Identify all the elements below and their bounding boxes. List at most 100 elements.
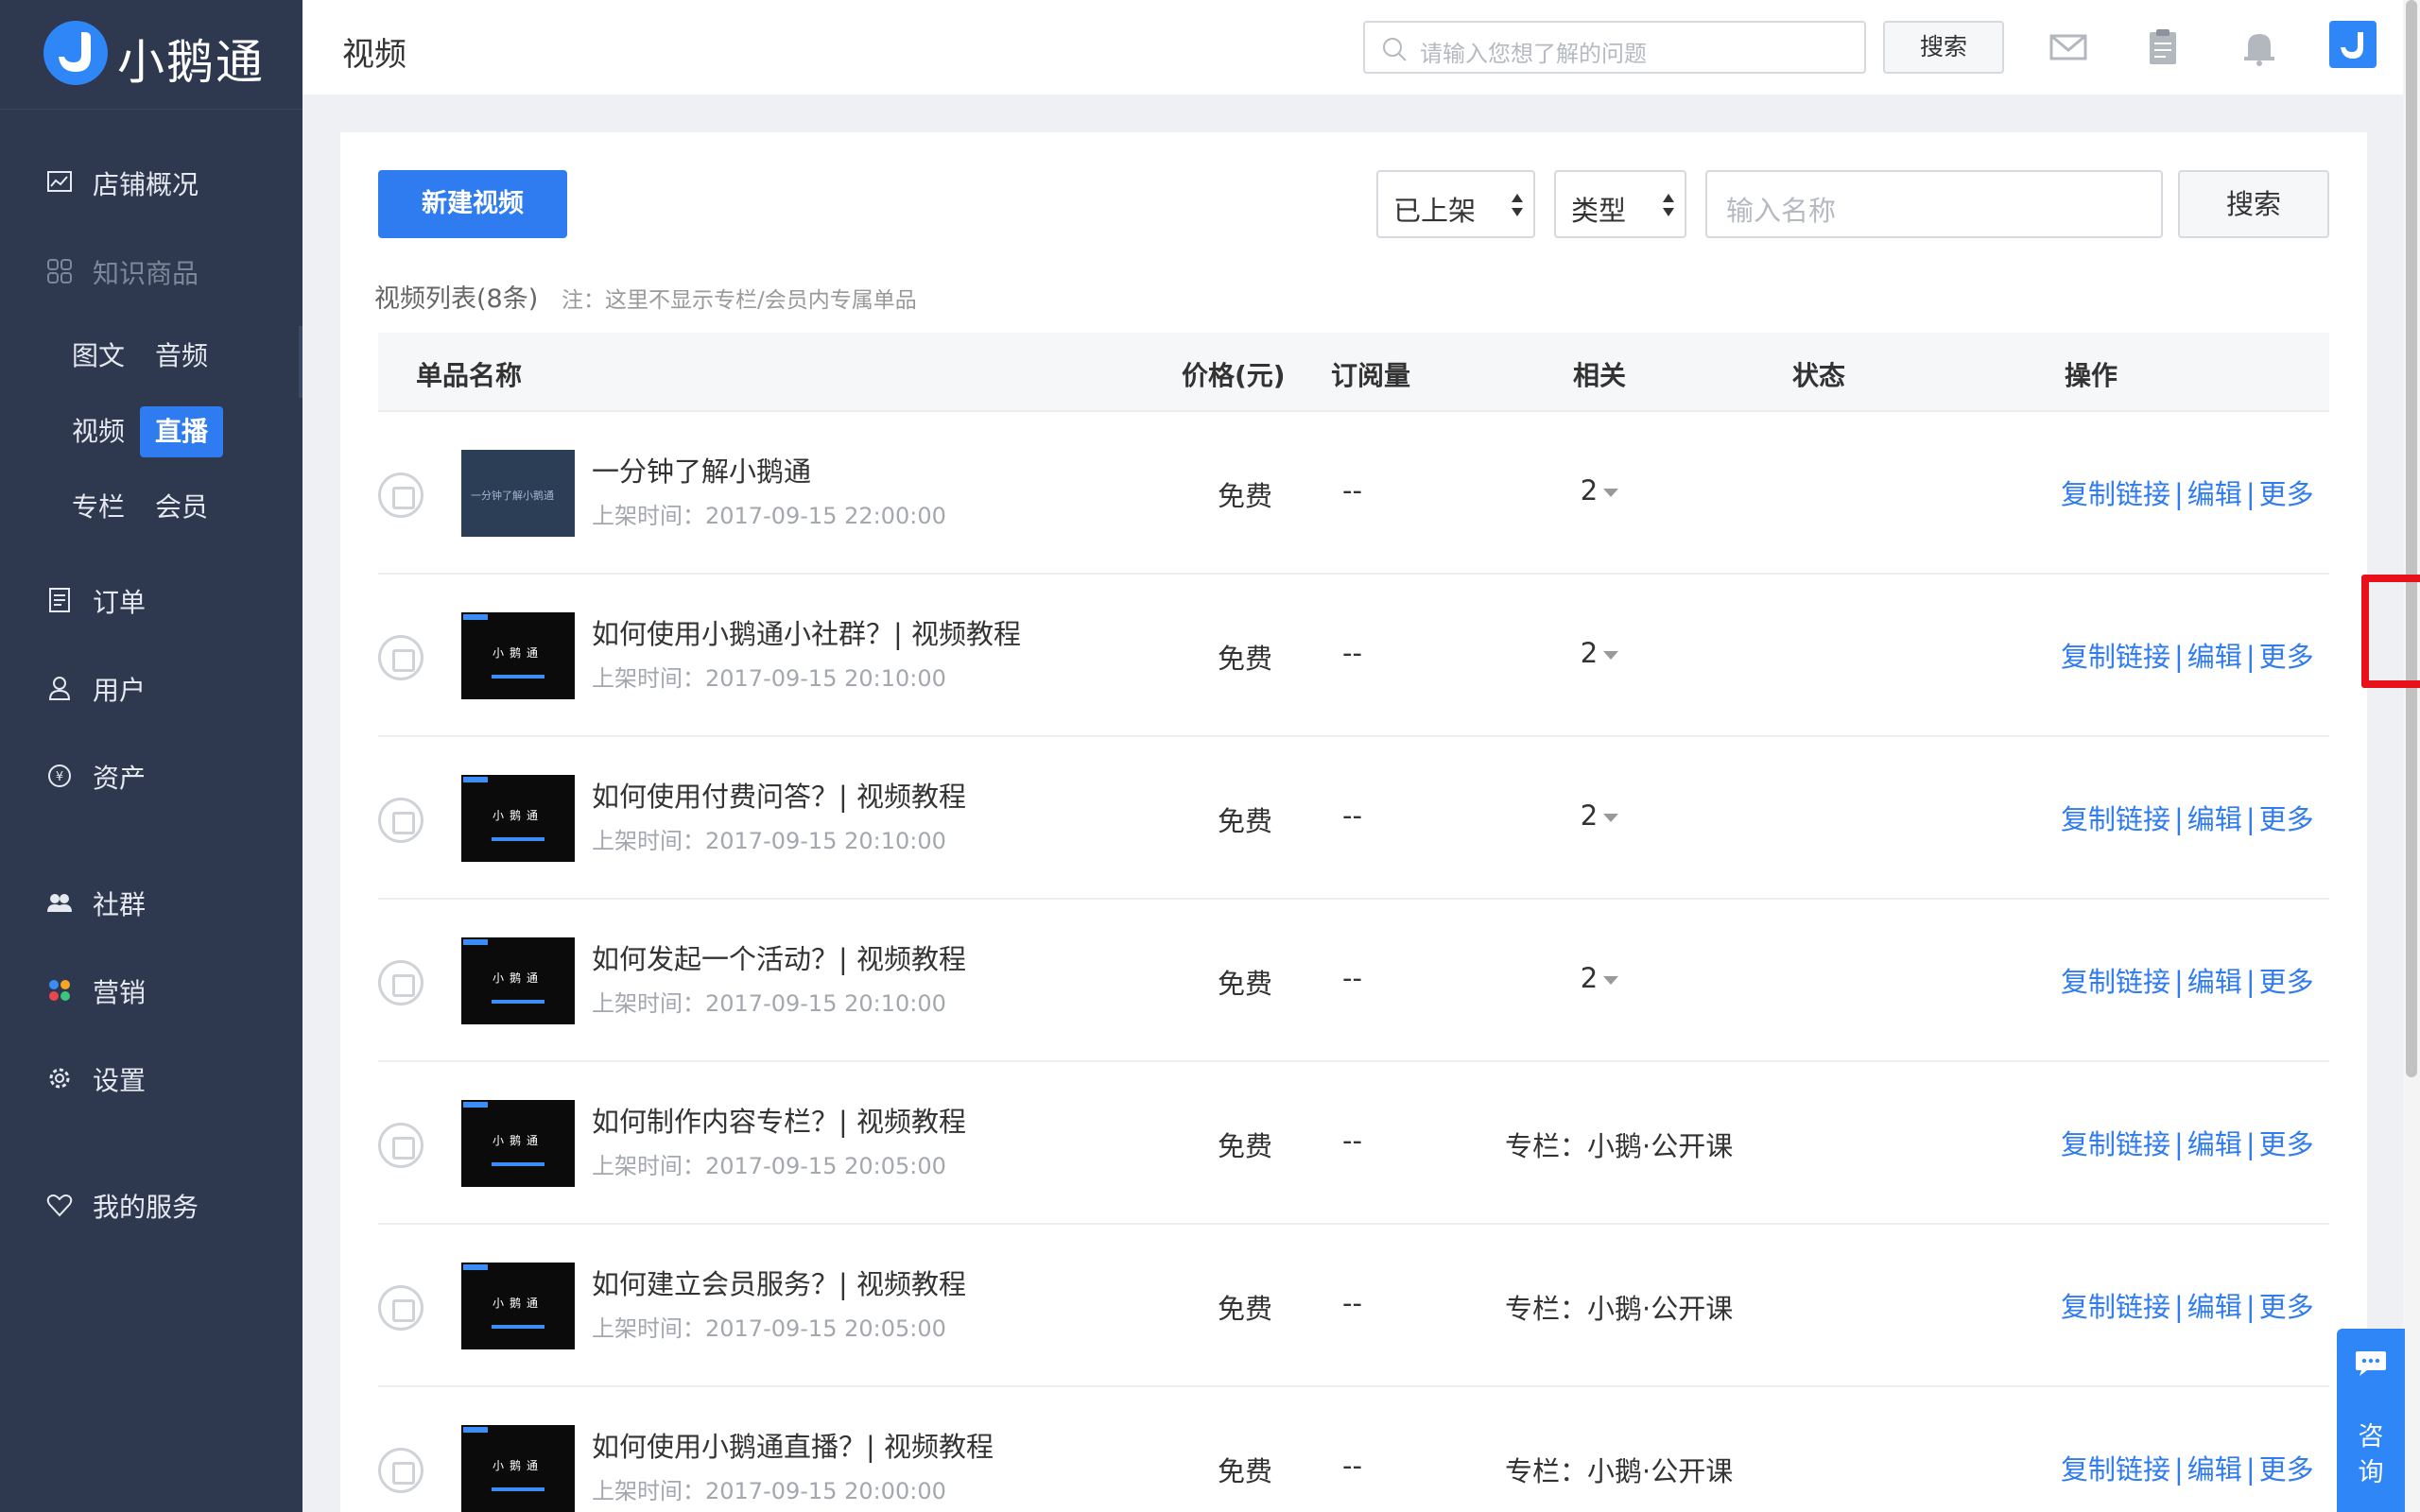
nav-orders[interactable]: 订单 xyxy=(0,567,302,633)
clipboard-icon[interactable] xyxy=(2142,26,2184,68)
nav-marketing[interactable]: 营销 xyxy=(0,957,302,1023)
avatar[interactable] xyxy=(2329,21,2377,68)
edit-button[interactable]: 编辑 xyxy=(2187,966,2242,998)
more-button[interactable]: 更多 xyxy=(2259,1128,2314,1160)
more-button[interactable]: 更多 xyxy=(2259,641,2314,673)
thumb-logo: 小鹅通 xyxy=(492,971,544,985)
play-icon[interactable] xyxy=(378,472,424,518)
nav-overview[interactable]: 店铺概况 xyxy=(0,149,302,215)
chevron-down-icon[interactable] xyxy=(1603,488,1619,497)
video-thumbnail[interactable]: 一分钟了解小鹅通 xyxy=(461,450,575,537)
edit-button[interactable]: 编辑 xyxy=(2187,1128,2242,1160)
nav-settings[interactable]: 设置 xyxy=(0,1045,302,1111)
copy-link-button[interactable]: 复制链接 xyxy=(2061,641,2170,673)
page-title: 视频 xyxy=(342,36,406,74)
status-select[interactable]: 已上架 xyxy=(1376,170,1535,238)
edit-button[interactable]: 编辑 xyxy=(2187,1291,2242,1323)
video-thumbnail[interactable]: 小鹅通 xyxy=(461,775,575,862)
action-separator: | xyxy=(2174,966,2184,998)
chevron-down-icon[interactable] xyxy=(1603,813,1619,822)
nav-community[interactable]: 社群 xyxy=(0,869,302,936)
copy-link-button[interactable]: 复制链接 xyxy=(2061,478,2170,510)
thumb-bar xyxy=(492,837,544,841)
more-button[interactable]: 更多 xyxy=(2259,478,2314,510)
related-value[interactable]: 2 xyxy=(1505,962,1694,994)
nav-community-label: 社群 xyxy=(93,889,147,920)
action-separator: | xyxy=(2245,966,2256,998)
name-search-input[interactable]: 输入名称 xyxy=(1705,170,2163,238)
nav-services[interactable]: 我的服务 xyxy=(0,1172,302,1238)
more-button[interactable]: 更多 xyxy=(2259,1291,2314,1323)
copy-link-button[interactable]: 复制链接 xyxy=(2061,1453,2170,1486)
column-header-price: 价格(元) xyxy=(1182,360,1286,391)
sub-item-article[interactable]: 图文 xyxy=(57,331,140,382)
consult-button[interactable]: 咨询 xyxy=(2337,1329,2405,1512)
type-select[interactable]: 类型 xyxy=(1554,170,1686,238)
edit-button[interactable]: 编辑 xyxy=(2187,478,2242,510)
sub-item-member[interactable]: 会员 xyxy=(140,482,223,533)
chevron-down-icon[interactable] xyxy=(1603,975,1619,985)
sub-item-audio[interactable]: 音频 xyxy=(140,331,223,382)
sub-item-live[interactable]: 直播 xyxy=(140,406,224,457)
video-title[interactable]: 如何建立会员服务？| 视频教程 xyxy=(592,1263,966,1302)
thumb-tag xyxy=(463,777,488,782)
video-thumbnail[interactable]: 小鹅通 xyxy=(461,1425,575,1512)
nav-knowledge[interactable]: 知识商品 xyxy=(0,238,302,304)
column-header-name: 单品名称 xyxy=(416,360,523,391)
brand-name: 小鹅通 xyxy=(117,35,265,90)
grid-icon xyxy=(47,259,72,284)
video-title[interactable]: 如何使用小鹅通小社群？| 视频教程 xyxy=(592,612,1021,652)
column-header-status: 状态 xyxy=(1792,360,1846,391)
table-row: 小鹅通 如何建立会员服务？| 视频教程上架时间：2017-09-15 20:05:… xyxy=(378,1225,2329,1387)
highlight-annotation xyxy=(2361,575,2420,688)
play-icon[interactable] xyxy=(378,1448,424,1493)
thumb-tag xyxy=(463,614,488,620)
video-title[interactable]: 如何使用付费问答？| 视频教程 xyxy=(592,775,966,815)
video-title[interactable]: 如何制作内容专栏？| 视频教程 xyxy=(592,1100,966,1140)
copy-link-button[interactable]: 复制链接 xyxy=(2061,966,2170,998)
scrollbar-thumb[interactable] xyxy=(2406,0,2417,1077)
play-icon[interactable] xyxy=(378,1285,424,1331)
nav-users[interactable]: 用户 xyxy=(0,655,302,721)
publish-time: 上架时间：2017-09-15 20:05:00 xyxy=(592,1315,946,1342)
video-thumbnail[interactable]: 小鹅通 xyxy=(461,1263,575,1349)
video-thumbnail[interactable]: 小鹅通 xyxy=(461,1100,575,1187)
help-search-input[interactable]: 请输入您想了解的问题 xyxy=(1363,21,1866,74)
new-video-button[interactable]: 新建视频 xyxy=(378,170,567,238)
play-icon[interactable] xyxy=(378,798,424,843)
video-thumbnail[interactable]: 小鹅通 xyxy=(461,937,575,1024)
video-title[interactable]: 一分钟了解小鹅通 xyxy=(592,450,811,490)
row-actions: 复制链接 | 编辑 | 更多 xyxy=(2061,635,2314,675)
copy-link-button[interactable]: 复制链接 xyxy=(2061,1128,2170,1160)
video-thumbnail[interactable]: 小鹅通 xyxy=(461,612,575,699)
sub-item-column[interactable]: 专栏 xyxy=(57,482,140,533)
more-button[interactable]: 更多 xyxy=(2259,803,2314,835)
mail-icon[interactable] xyxy=(2048,26,2089,68)
copy-link-button[interactable]: 复制链接 xyxy=(2061,1291,2170,1323)
more-button[interactable]: 更多 xyxy=(2259,966,2314,998)
chevron-down-icon[interactable] xyxy=(1603,650,1619,660)
nav-assets[interactable]: ¥ 资产 xyxy=(0,743,302,809)
copy-link-button[interactable]: 复制链接 xyxy=(2061,803,2170,835)
publish-time: 上架时间：2017-09-15 20:05:00 xyxy=(592,1153,946,1179)
sub-item-video[interactable]: 视频 xyxy=(57,406,140,457)
help-search-button[interactable]: 搜索 xyxy=(1883,21,2004,74)
sort-arrows-icon xyxy=(1663,194,1674,216)
related-value[interactable]: 2 xyxy=(1505,799,1694,832)
video-title[interactable]: 如何发起一个活动？| 视频教程 xyxy=(592,937,966,977)
play-icon[interactable] xyxy=(378,960,424,1005)
brand[interactable]: 小鹅通 xyxy=(0,0,302,110)
thumb-bar xyxy=(492,1000,544,1004)
related-value[interactable]: 2 xyxy=(1505,637,1694,669)
related-value[interactable]: 2 xyxy=(1505,474,1694,507)
edit-button[interactable]: 编辑 xyxy=(2187,803,2242,835)
more-button[interactable]: 更多 xyxy=(2259,1453,2314,1486)
svg-text:¥: ¥ xyxy=(56,770,63,784)
play-icon[interactable] xyxy=(378,1123,424,1168)
edit-button[interactable]: 编辑 xyxy=(2187,1453,2242,1486)
play-icon[interactable] xyxy=(378,635,424,680)
search-button[interactable]: 搜索 xyxy=(2178,170,2329,238)
bell-icon[interactable] xyxy=(2238,26,2280,68)
edit-button[interactable]: 编辑 xyxy=(2187,641,2242,673)
video-title[interactable]: 如何使用小鹅通直播？| 视频教程 xyxy=(592,1425,994,1465)
